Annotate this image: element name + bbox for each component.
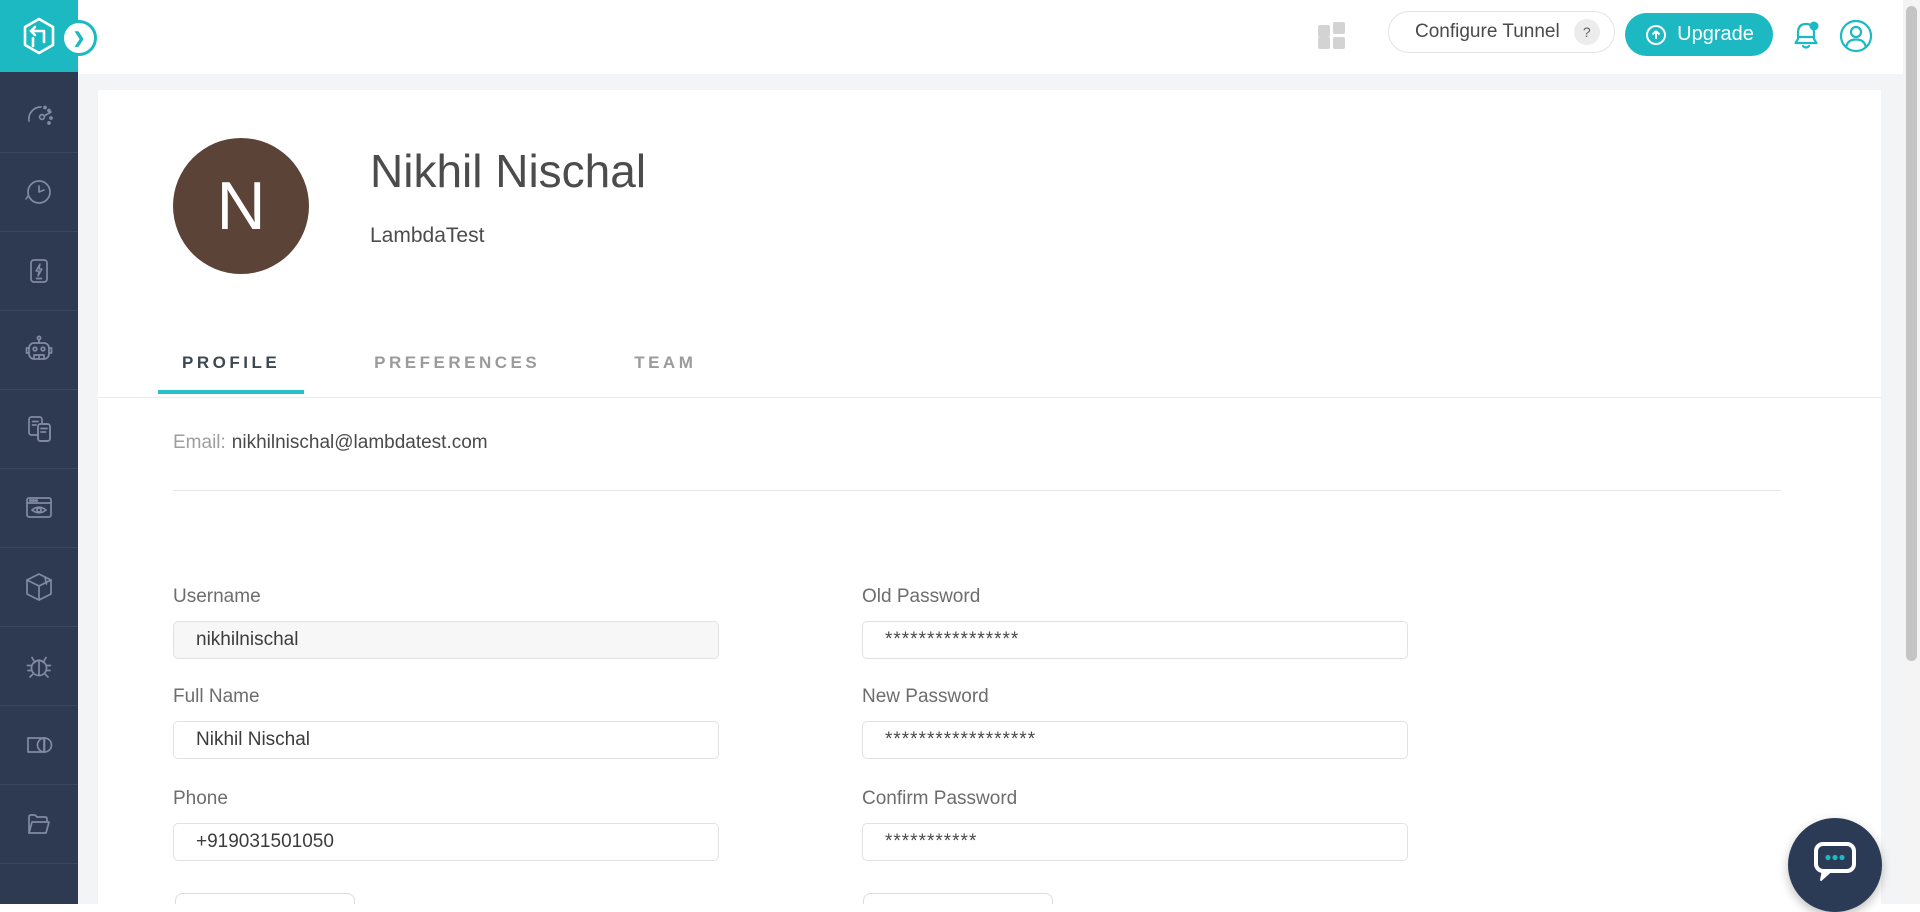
avatar-initial: N (216, 167, 265, 245)
top-header: Configure Tunnel ? Upgrade (78, 0, 1920, 74)
projects-folder-icon (20, 805, 58, 843)
update-profile-button[interactable] (175, 893, 355, 904)
sidebar (0, 0, 78, 904)
tunnel-help-icon[interactable]: ? (1574, 19, 1600, 45)
profile-card: N Nikhil Nischal LambdaTest PROFILE PREF… (98, 90, 1881, 904)
fullname-label: Full Name (173, 686, 719, 708)
email-label: Email: (173, 432, 226, 453)
account-menu-button[interactable] (1834, 14, 1878, 58)
new-password-label: New Password (862, 686, 1408, 708)
confirm-password-field-group: Confirm Password (862, 788, 1408, 861)
phone-label: Phone (173, 788, 719, 810)
sidebar-item-visual-browser[interactable] (0, 469, 78, 548)
tab-preferences[interactable]: PREFERENCES (350, 352, 564, 394)
bug-tracker-icon (20, 647, 58, 685)
tabs-divider (98, 397, 1881, 398)
profile-company: LambdaTest (370, 224, 484, 248)
sidebar-item-realtime[interactable] (0, 153, 78, 232)
configure-tunnel-button[interactable]: Configure Tunnel ? (1388, 11, 1615, 53)
phone-field-group: Phone (173, 788, 719, 861)
email-value: nikhilnischal@lambdatest.com (232, 432, 488, 453)
upgrade-arrow-icon (1644, 23, 1668, 47)
upgrade-button[interactable]: Upgrade (1625, 13, 1773, 56)
sidebar-item-projects[interactable] (0, 785, 78, 864)
speedometer-icon (21, 95, 57, 131)
new-password-field-group: New Password (862, 686, 1408, 759)
page-scrollbar[interactable] (1903, 0, 1920, 904)
configure-tunnel-label: Configure Tunnel (1415, 21, 1560, 43)
sidebar-item-automation[interactable] (0, 311, 78, 390)
sidebar-item-app-automation[interactable] (0, 390, 78, 469)
scrollbar-thumb[interactable] (1906, 6, 1917, 661)
username-label: Username (173, 586, 719, 608)
browser-eye-icon (20, 489, 58, 527)
old-password-field-group: Old Password (862, 586, 1408, 659)
profile-name: Nikhil Nischal (370, 144, 646, 198)
automation-robot-icon (20, 331, 58, 369)
smart-tv-icon (20, 726, 58, 764)
phone-input[interactable] (173, 823, 719, 861)
chevron-right-icon: ❯ (73, 29, 86, 47)
username-field-group: Username (173, 586, 719, 659)
sidebar-item-hyperexecute[interactable] (0, 548, 78, 627)
app-automation-icon (21, 411, 57, 447)
change-password-button[interactable] (863, 893, 1053, 904)
section-divider (173, 490, 1781, 491)
email-row: Email: nikhilnischal@lambdatest.com (173, 432, 488, 454)
tab-team[interactable]: TEAM (610, 352, 720, 394)
profile-avatar: N (173, 138, 309, 274)
fullname-input[interactable] (173, 721, 719, 759)
sidebar-item-bug-tracker[interactable] (0, 627, 78, 706)
old-password-label: Old Password (862, 586, 1408, 608)
chat-bubble-icon (1810, 840, 1860, 884)
user-avatar-icon (1835, 15, 1877, 57)
mobile-lightning-icon (21, 253, 57, 289)
sidebar-item-smart-tv[interactable] (0, 706, 78, 785)
sidebar-expand-button[interactable]: ❯ (61, 20, 97, 56)
username-input[interactable] (173, 621, 719, 659)
hyperexecute-box-icon (20, 568, 58, 606)
tab-profile[interactable]: PROFILE (158, 352, 304, 394)
notifications-button[interactable] (1784, 14, 1828, 58)
old-password-input[interactable] (862, 621, 1408, 659)
confirm-password-label: Confirm Password (862, 788, 1408, 810)
confirm-password-input[interactable] (862, 823, 1408, 861)
notification-bell-icon (1786, 16, 1826, 56)
fullname-field-group: Full Name (173, 686, 719, 759)
profile-tabs: PROFILE PREFERENCES TEAM (158, 352, 720, 394)
lambdatest-logo-icon (18, 15, 60, 57)
realtime-clock-icon (21, 174, 57, 210)
sidebar-item-dashboard[interactable] (0, 74, 78, 153)
main-content: N Nikhil Nischal LambdaTest PROFILE PREF… (78, 74, 1903, 904)
sidebar-nav (0, 74, 78, 864)
apps-grid-icon[interactable] (1318, 22, 1346, 50)
new-password-input[interactable] (862, 721, 1408, 759)
upgrade-label: Upgrade (1677, 23, 1754, 46)
chat-widget-button[interactable] (1788, 818, 1882, 912)
sidebar-item-app-testing[interactable] (0, 232, 78, 311)
